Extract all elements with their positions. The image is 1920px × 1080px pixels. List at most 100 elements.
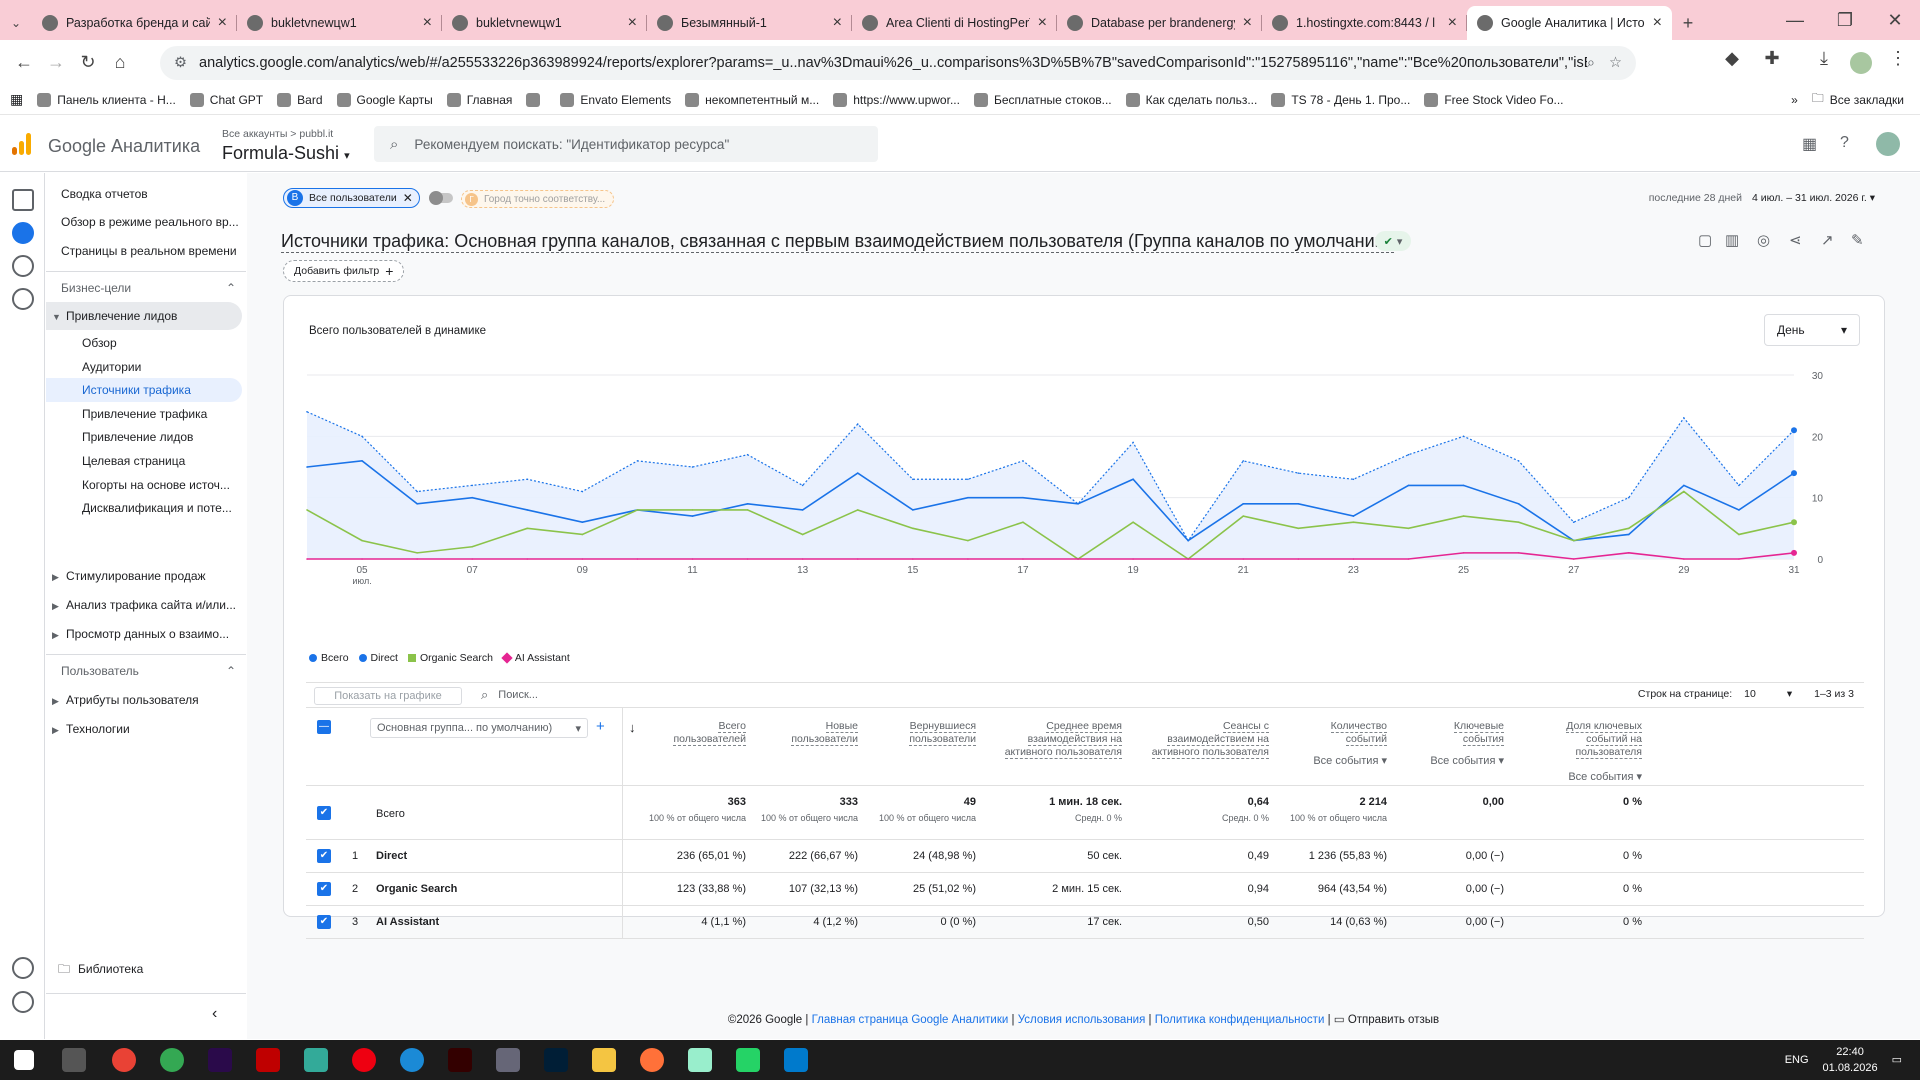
bookmark-item[interactable]: Бесплатные стоков... (973, 92, 1112, 107)
data-point[interactable] (1462, 484, 1465, 487)
calculator-app-icon[interactable] (496, 1048, 520, 1072)
data-point[interactable] (691, 515, 694, 517)
data-point[interactable] (801, 484, 804, 487)
select-all-checkbox[interactable]: — (317, 720, 331, 734)
bookmark-item[interactable]: Chat GPT (189, 92, 263, 107)
reports-nav-icon[interactable] (12, 222, 34, 244)
nav-traffic-analysis[interactable]: ▶ Анализ трафика сайта и/или... (52, 598, 236, 612)
data-point[interactable] (526, 527, 529, 530)
data-point[interactable] (471, 484, 474, 487)
footer-link-home[interactable]: Главная страница Google Аналитики (812, 1014, 1009, 1026)
browser-tab[interactable]: 1.hostingxte.com:8443 / l × (1262, 6, 1467, 40)
data-point[interactable] (1297, 527, 1300, 530)
new-tab-icon[interactable]: + (1672, 6, 1704, 40)
data-point[interactable] (1352, 478, 1355, 481)
nav-library[interactable]: 🗀 Библиотека (58, 960, 143, 981)
tab-search-icon[interactable]: ⌄ (0, 6, 32, 40)
nav-sub-item[interactable]: Аудитории (46, 355, 242, 379)
data-point[interactable] (306, 558, 308, 560)
nav-realtime-pages[interactable]: Страницы в реальном времени (61, 244, 237, 258)
data-point[interactable] (361, 558, 363, 560)
event-filter-select[interactable]: Все события ▾ (1394, 754, 1504, 767)
data-point[interactable] (1791, 470, 1797, 477)
row-checkbox[interactable]: ✔ (317, 915, 331, 929)
nav-sub-item[interactable]: Источники трафика (46, 378, 242, 403)
close-tab-icon[interactable]: × (1038, 14, 1047, 32)
restore-icon[interactable]: ❐ (1820, 0, 1870, 40)
data-point[interactable] (306, 509, 308, 511)
nav-sub-item[interactable]: Привлечение трафика (46, 402, 242, 426)
data-point[interactable] (1022, 521, 1024, 523)
data-point[interactable] (1738, 509, 1740, 511)
ga-search-input[interactable]: ⌕ Рекомендуем поискать: "Идентификатор р… (374, 126, 878, 162)
data-point[interactable] (416, 558, 418, 560)
event-filter-select[interactable]: Все события ▾ (1277, 754, 1387, 767)
data-point[interactable] (856, 472, 859, 474)
data-point[interactable] (471, 558, 474, 560)
browser-tab[interactable]: Разработка бренда и сайта × (32, 6, 237, 40)
bookmark-item[interactable]: https://www.upwor... (833, 92, 960, 107)
chrome-app-icon[interactable] (160, 1048, 184, 1072)
data-point[interactable] (746, 503, 749, 505)
data-quality-badge[interactable]: ✔ ▾ (1375, 231, 1411, 251)
site-info-icon[interactable]: ⚙ (174, 55, 187, 71)
property-selector[interactable]: Formula-Sushi ▾ (222, 143, 350, 164)
account-breadcrumb[interactable]: Все аккаунты > pubbl.it (222, 128, 333, 140)
data-point[interactable] (912, 478, 914, 481)
close-tab-icon[interactable]: × (1448, 14, 1457, 32)
data-point[interactable] (1352, 515, 1355, 517)
data-point[interactable] (856, 558, 859, 560)
data-point[interactable] (1077, 503, 1079, 505)
row-checkbox[interactable]: ✔ (317, 849, 331, 863)
terminal-app-icon[interactable] (304, 1048, 328, 1072)
table-row[interactable]: ✔ 1 Direct 236 (65,01 %) 222 (66,67 %) 24 (48… (306, 840, 1864, 873)
data-point[interactable] (1517, 552, 1520, 554)
nav-sub-item[interactable]: Когорты на основе источ... (46, 473, 242, 497)
data-point[interactable] (746, 558, 749, 560)
nav-data-view[interactable]: ▶ Просмотр данных о взаимо... (52, 627, 229, 641)
edge-app-icon[interactable] (400, 1048, 424, 1072)
more-bookmarks-icon[interactable]: » (1791, 93, 1798, 107)
bookmark-item[interactable]: Free Stock Video Fo... (1424, 92, 1564, 107)
data-point[interactable] (1242, 515, 1245, 517)
close-tab-icon[interactable]: × (218, 14, 227, 32)
add-dimension-icon[interactable]: + (596, 718, 605, 735)
data-point[interactable] (856, 509, 859, 511)
data-point[interactable] (746, 509, 749, 511)
apps-icon[interactable]: ▦ (10, 91, 23, 108)
nav-user-attributes[interactable]: ▶ Атрибуты пользователя (52, 693, 199, 707)
add-filter-button[interactable]: Добавить фильтр + (283, 260, 405, 282)
data-point[interactable] (1022, 460, 1024, 462)
data-point[interactable] (1132, 558, 1134, 560)
data-point[interactable] (471, 496, 474, 499)
bookmark-item[interactable]: некомпетентный м... (685, 92, 819, 107)
data-point[interactable] (361, 435, 363, 438)
data-point[interactable] (1022, 558, 1024, 560)
bookmark-item[interactable]: Как сделать польз... (1125, 92, 1257, 107)
legend-item[interactable]: Всего (309, 652, 349, 664)
bookmark-star-icon[interactable]: ☆ (1609, 55, 1622, 71)
close-tab-icon[interactable]: × (833, 14, 842, 32)
insights-nav-icon[interactable] (12, 957, 34, 979)
explorer-app-icon[interactable] (592, 1048, 616, 1072)
table-row[interactable]: ✔ 3 AI Assistant 4 (1,1 %) 4 (1,2 %) 0 (0 %) 1… (306, 906, 1864, 939)
nav-sales[interactable]: ▶ Стимулирование продаж (52, 569, 206, 583)
data-point[interactable] (361, 460, 363, 462)
system-tray[interactable]: ENG 22:40 01.08.2026 ▭ (1785, 1044, 1902, 1076)
notes-app-icon[interactable] (688, 1048, 712, 1072)
edit-pencil-icon[interactable]: ✎ (1851, 231, 1864, 249)
data-point[interactable] (1683, 417, 1685, 419)
legend-item[interactable]: AI Assistant (501, 652, 570, 664)
dimension-select[interactable]: Основная группа... по умолчанию) ▾ (370, 718, 588, 738)
data-point[interactable] (1627, 527, 1630, 530)
data-point[interactable] (801, 509, 804, 511)
extensions-puzzle-icon[interactable]: ✚ (1756, 48, 1788, 69)
advertising-nav-icon[interactable] (12, 288, 34, 310)
opera-app-icon[interactable] (352, 1048, 376, 1072)
browser-tab[interactable]: Google Аналитика | Источ × (1467, 6, 1672, 40)
clock[interactable]: 22:40 01.08.2026 (1823, 1044, 1878, 1076)
bookmark-item[interactable]: TS 78 - День 1. Про... (1271, 92, 1410, 107)
bookmark-item[interactable]: Панель клиента - Н... (37, 92, 176, 107)
all-bookmarks[interactable]: 🗀 Все закладки (1812, 89, 1904, 110)
browser-tab[interactable]: Безымянный-1 × (647, 6, 852, 40)
